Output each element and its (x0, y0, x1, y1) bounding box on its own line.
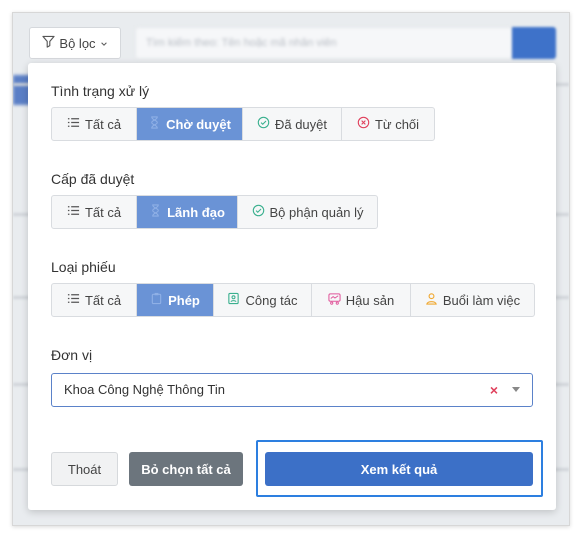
status-option-approved[interactable]: Đã duyệt (243, 108, 342, 140)
ticket-type-label: Loại phiếu (51, 259, 116, 275)
status-option-pending[interactable]: Chờ duyệt (137, 108, 243, 140)
list-icon (67, 116, 80, 132)
status-option-rejected[interactable]: Từ chối (342, 108, 434, 140)
list-icon (67, 292, 80, 308)
id-badge-icon (227, 292, 240, 308)
status-label: Tình trạng xử lý (51, 83, 150, 99)
ticket-option-label: Tất cả (84, 292, 122, 308)
filter-icon (42, 35, 56, 51)
filter-button[interactable]: Bộ lọc (29, 27, 121, 59)
status-segmented-control: Tất cả Chờ duyệt Đã duyệt Từ chối (51, 107, 435, 141)
check-circle-icon (257, 116, 270, 132)
ticket-option-all[interactable]: Tất cả (52, 284, 137, 316)
clear-selection-icon[interactable]: × (490, 374, 498, 406)
approval-option-management[interactable]: Bộ phận quản lý (238, 196, 377, 228)
ticket-option-maternity[interactable]: Hậu sản (312, 284, 411, 316)
x-circle-icon (357, 116, 370, 132)
clear-all-button[interactable]: Bỏ chọn tất cả (129, 452, 243, 486)
caret-down-icon[interactable] (512, 387, 520, 392)
hourglass-icon (148, 116, 161, 132)
ticket-option-label: Công tác (245, 292, 298, 308)
baby-carriage-icon (328, 292, 341, 308)
status-option-all[interactable]: Tất cả (52, 108, 137, 140)
unit-label: Đơn vị (51, 347, 93, 363)
status-option-label: Đã duyệt (274, 116, 328, 132)
chevron-down-icon (100, 36, 108, 51)
unit-select-value: Khoa Công Nghệ Thông Tin (64, 382, 225, 397)
approval-option-label: Bộ phận quản lý (269, 204, 364, 220)
check-circle-icon (252, 204, 265, 220)
approval-level-label: Cấp đã duyệt (51, 171, 135, 187)
ticket-option-work-session[interactable]: Buổi làm việc (411, 284, 534, 316)
user-icon (425, 292, 438, 308)
ticket-option-label: Phép (168, 292, 200, 308)
status-option-label: Chờ duyệt (166, 116, 231, 132)
approval-option-leader[interactable]: Lãnh đạo (137, 196, 238, 228)
ticket-option-leave[interactable]: Phép (137, 284, 214, 316)
hourglass-icon (149, 204, 162, 220)
filter-button-label: Bộ lọc (59, 35, 96, 51)
approval-option-label: Tất cả (84, 204, 122, 220)
ticket-type-segmented-control: Tất cả Phép Công tác Hậu sản Buổi làm vi… (51, 283, 535, 317)
view-results-button[interactable]: Xem kết quả (265, 452, 533, 486)
search-button[interactable] (512, 27, 556, 59)
approval-option-label: Lãnh đạo (167, 204, 225, 220)
ticket-option-business-trip[interactable]: Công tác (214, 284, 312, 316)
exit-button[interactable]: Thoát (51, 452, 118, 486)
status-option-label: Tất cả (84, 116, 122, 132)
approval-level-segmented-control: Tất cả Lãnh đạo Bộ phận quản lý (51, 195, 378, 229)
status-option-label: Từ chối (374, 116, 420, 132)
approval-option-all[interactable]: Tất cả (52, 196, 137, 228)
search-input[interactable]: Tìm kiếm theo: Tên hoặc mã nhân viên (135, 27, 513, 59)
ticket-option-label: Hậu sản (345, 292, 395, 308)
clipboard-icon (150, 292, 163, 308)
list-icon (67, 204, 80, 220)
ticket-option-label: Buổi làm việc (442, 292, 521, 308)
filter-popup: Tình trạng xử lý Tất cả Chờ duyệt Đã duy… (28, 63, 556, 510)
unit-select[interactable]: Khoa Công Nghệ Thông Tin × (51, 373, 533, 407)
